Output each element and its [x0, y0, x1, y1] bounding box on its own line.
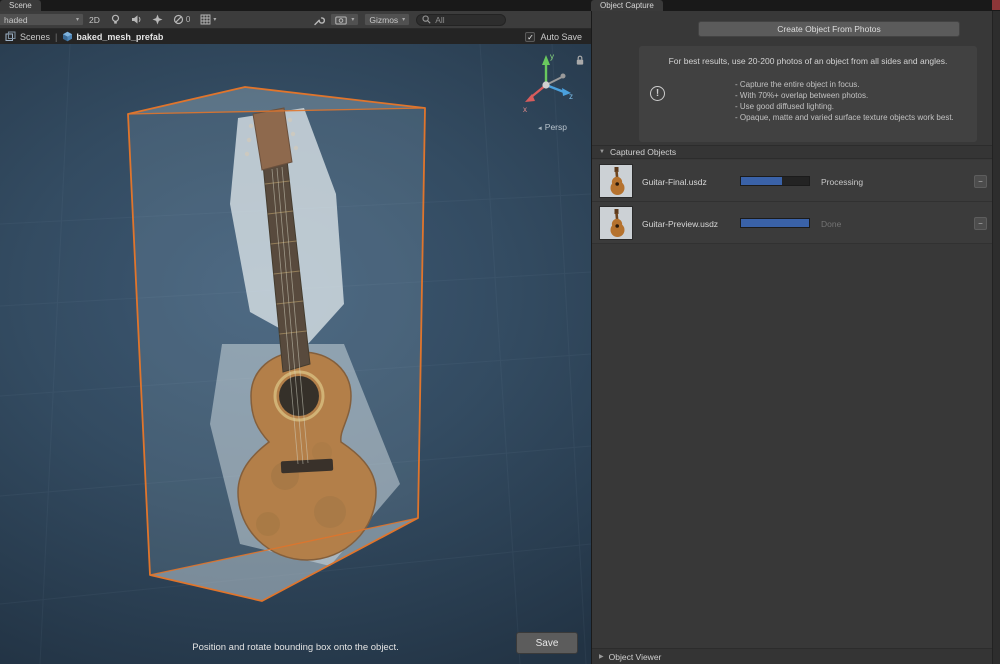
chevron-down-icon: ▾ [351, 17, 355, 23]
camera-icon [335, 16, 348, 24]
object-viewer-header: Object Viewer [608, 651, 662, 662]
guitar-thumbnail [599, 206, 633, 240]
z-axis-label: z [569, 92, 573, 101]
wrench-icon [314, 16, 326, 25]
breadcrumb-prefab-name[interactable]: baked_mesh_prefab [76, 32, 163, 42]
projection-toggle[interactable]: ◄ Persp [537, 122, 567, 132]
search-icon [422, 15, 431, 24]
unity-editor-window: Scene Object Capture haded ▾ 2D 0 ▾ ▾ Gi… [0, 0, 1000, 664]
captured-objects-header: Captured Objects [609, 147, 677, 157]
hidden-objects-button[interactable]: 0 [173, 14, 190, 25]
object-viewer-foldout[interactable]: ▶ Object Viewer [592, 648, 993, 664]
gizmos-label: Gizmos [369, 14, 399, 25]
search-text: All [435, 14, 445, 25]
scene-viewport[interactable]: y x z ◄ Persp Position and rotate boundin… [0, 44, 591, 664]
capture-tips-box: For best results, use 20-200 photos of a… [639, 46, 977, 142]
captured-object-status: Done [821, 219, 842, 229]
record-indicator [992, 0, 1000, 10]
captured-object-status: Processing [821, 177, 864, 187]
auto-save-label: Auto Save [540, 31, 582, 42]
fold-closed-icon: ▶ [599, 654, 604, 660]
scenes-stack-icon [5, 31, 16, 41]
captured-object-row[interactable]: Guitar-Preview.usdz Done − [592, 202, 993, 244]
speaker-icon [131, 15, 141, 24]
guitar-thumbnail [599, 164, 633, 198]
create-object-button[interactable]: Create Object From Photos [698, 21, 960, 37]
save-button[interactable]: Save [516, 632, 578, 654]
capture-tip: - Opaque, matte and varied surface textu… [735, 113, 954, 122]
captured-objects-foldout[interactable]: ▼ Captured Objects [592, 145, 993, 159]
row-action-button[interactable]: − [974, 175, 987, 188]
hidden-count: 0 [185, 15, 191, 24]
auto-save-control[interactable]: ✓ Auto Save [525, 31, 582, 42]
effects-star-icon [152, 14, 163, 25]
breadcrumb-scenes[interactable]: Scenes [20, 32, 50, 42]
audio-toggle-button[interactable] [131, 14, 142, 25]
grid-settings-button[interactable]: ▾ [200, 14, 216, 25]
transform-tools-button[interactable] [313, 14, 326, 26]
draw-mode-dropdown[interactable]: haded ▾ [0, 13, 84, 26]
capture-tips-list: - Capture the entire object in focus. - … [735, 79, 971, 123]
scene-search-input[interactable]: All [416, 13, 507, 26]
bounding-box[interactable] [127, 86, 426, 602]
chevron-down-icon: ▾ [213, 17, 217, 23]
gizmos-dropdown[interactable]: Gizmos ▾ [364, 13, 411, 26]
panel-scrollbar[interactable] [992, 11, 1000, 664]
y-axis-arrow[interactable] [542, 55, 550, 65]
tab-strip: Scene Object Capture [0, 0, 1000, 11]
orientation-gizmo[interactable]: y x z [517, 50, 575, 120]
capture-tip: - With 70%+ overlap between photos. [735, 91, 869, 100]
row-action-button[interactable]: − [974, 217, 987, 230]
effects-toggle-button[interactable] [152, 14, 163, 25]
tab-scene-label: Scene [9, 1, 32, 10]
prefab-cube-icon [63, 31, 73, 42]
lighting-toggle-button[interactable] [110, 14, 121, 25]
scene-breadcrumb-row: Scenes | baked_mesh_prefab ✓ Auto Save [0, 29, 591, 44]
chevron-down-icon: ▾ [75, 17, 79, 23]
draw-mode-label: haded [4, 14, 28, 25]
captured-object-name: Guitar-Preview.usdz [642, 219, 719, 229]
scene-render [0, 44, 591, 664]
projection-label: Persp [544, 122, 567, 132]
hidden-slash-circle-icon [173, 14, 183, 25]
progress-fill [741, 177, 782, 185]
captured-object-row[interactable]: Guitar-Final.usdz Processing − [592, 160, 993, 202]
tab-object-capture-label: Object Capture [600, 1, 654, 10]
tab-scene[interactable]: Scene [0, 0, 41, 11]
auto-save-checkbox[interactable]: ✓ [525, 31, 536, 42]
breadcrumb-separator: | [55, 31, 58, 42]
persp-arrow-icon: ◄ [536, 126, 543, 132]
check-icon: ✓ [527, 32, 534, 42]
lock-icon[interactable] [575, 55, 585, 66]
toggle-2d-label: 2D [89, 14, 100, 25]
y-axis-label: y [550, 52, 554, 61]
light-bulb-icon [111, 14, 119, 24]
capture-tip: - Capture the entire object in focus. [735, 80, 860, 89]
object-capture-panel: Create Object From Photos For best resul… [591, 11, 993, 664]
capture-tip: - Use good diffused lighting. [735, 102, 835, 111]
grid-icon [200, 14, 211, 25]
toggle-2d-button[interactable]: 2D [89, 15, 100, 25]
info-exclamation-icon: ! [650, 86, 665, 101]
progress-bar [740, 218, 810, 228]
captured-object-name: Guitar-Final.usdz [642, 177, 707, 187]
x-axis-label: x [523, 105, 527, 114]
scene-toolbar: haded ▾ 2D 0 ▾ ▾ Gizmos ▾ All [0, 11, 591, 29]
progress-fill [741, 219, 809, 227]
viewport-hint-text: Position and rotate bounding box onto th… [192, 642, 399, 653]
tab-object-capture[interactable]: Object Capture [591, 0, 663, 11]
capture-tips-headline: For best results, use 20-200 photos of a… [668, 56, 948, 66]
camera-view-dropdown[interactable]: ▾ [330, 13, 360, 26]
chevron-down-icon: ▾ [402, 17, 406, 23]
fold-open-icon: ▼ [599, 149, 605, 155]
progress-bar [740, 176, 810, 186]
